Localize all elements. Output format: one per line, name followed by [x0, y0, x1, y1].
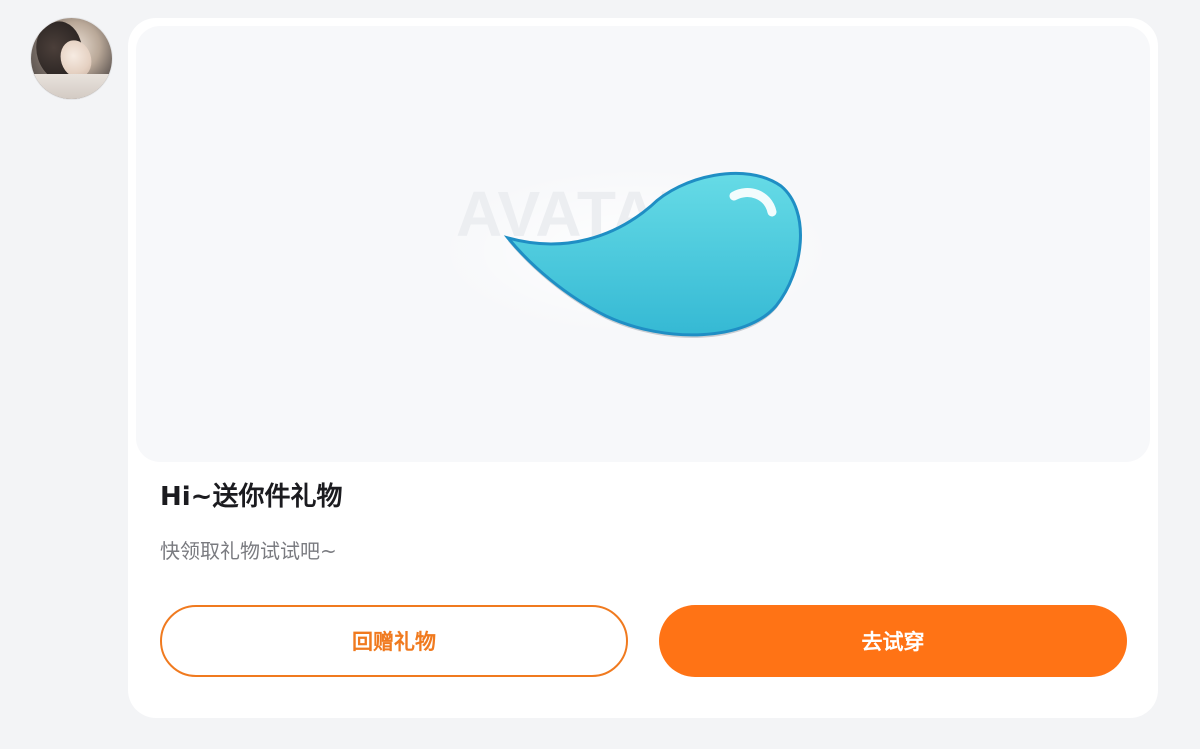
- gift-preview[interactable]: AVATAR: [136, 26, 1150, 462]
- message-title: Hi~送你件礼物: [160, 482, 343, 512]
- message-subtitle: 快领取礼物试试吧~: [160, 539, 337, 563]
- try-on-button[interactable]: 去试穿: [659, 605, 1127, 677]
- gift-preview-graphic: AVATAR: [436, 166, 836, 338]
- return-gift-button[interactable]: 回赠礼物: [160, 605, 628, 677]
- sender-avatar[interactable]: [31, 18, 112, 99]
- gift-message-card: AVATAR Hi~送你件礼物 快领取礼物试试吧~ 回赠礼物 去试穿: [128, 18, 1158, 718]
- avatar-clothing: [31, 74, 112, 99]
